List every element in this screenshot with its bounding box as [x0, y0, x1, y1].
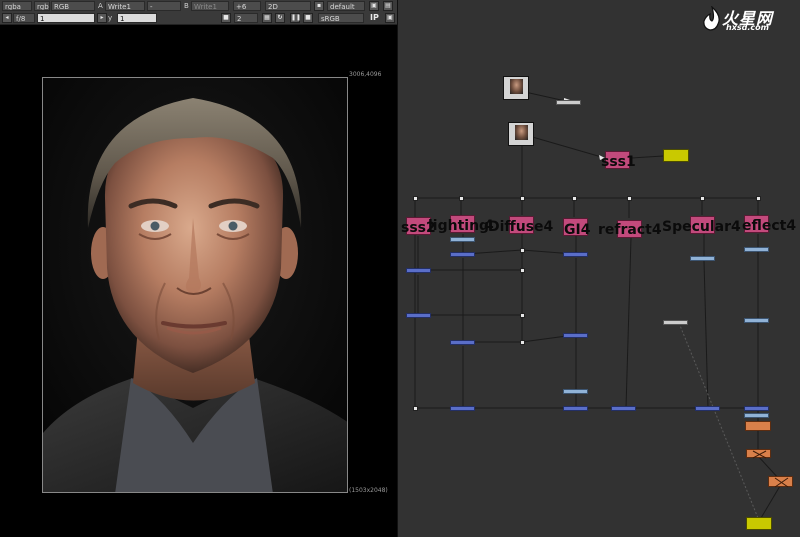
wipe-op-dropdown[interactable]: -	[147, 1, 181, 11]
diffuse-label: Diffuse4	[488, 219, 554, 235]
dot-node[interactable]	[520, 313, 525, 318]
input-process-button[interactable]: IP	[370, 13, 379, 23]
lut-dropdown[interactable]: default	[327, 1, 365, 11]
proxy-dropdown[interactable]: 2	[234, 13, 258, 23]
reformat-icon	[774, 477, 789, 488]
camera-icon[interactable]: ■	[221, 13, 231, 23]
zoom-dropdown[interactable]: +6	[233, 1, 261, 11]
expand-icon[interactable]: ▤	[383, 1, 393, 11]
grade-node[interactable]	[744, 413, 769, 418]
grey-node[interactable]	[663, 320, 688, 325]
sss1-label: sss1	[601, 154, 636, 170]
transform-node[interactable]	[745, 421, 771, 431]
fstop-dropdown[interactable]: f/8	[13, 13, 35, 23]
stop-icon[interactable]: ■	[303, 13, 313, 23]
merge-node[interactable]	[744, 406, 769, 411]
write-node-final[interactable]	[746, 517, 772, 530]
refresh-icon[interactable]: ↻	[275, 13, 285, 23]
read-thumbnail	[515, 125, 528, 140]
y-field[interactable]: 1	[117, 13, 157, 23]
channel-select-dropdown[interactable]: RGB	[51, 1, 95, 11]
dot-node[interactable]	[756, 196, 761, 201]
specular-label: Specular4	[662, 219, 741, 235]
read-thumbnail	[510, 79, 523, 94]
write-node-sss1[interactable]	[663, 149, 689, 162]
layer-dropdown[interactable]: rgba	[34, 1, 50, 11]
dot-node[interactable]	[700, 196, 705, 201]
dot-node[interactable]	[627, 196, 632, 201]
gi-label: GI4	[564, 222, 591, 238]
read-node-2[interactable]	[508, 122, 534, 146]
roi-icon[interactable]: ▣	[369, 1, 379, 11]
merge-node[interactable]	[695, 406, 720, 411]
dot-node[interactable]	[520, 268, 525, 273]
merge-node[interactable]	[406, 313, 431, 318]
grade-node[interactable]	[450, 237, 475, 242]
watermark-logo: 火星网 hxsd.com	[700, 4, 796, 34]
refract-label: refract4	[598, 222, 662, 238]
merge-node[interactable]	[450, 406, 475, 411]
dot-node[interactable]	[459, 196, 464, 201]
viewer-panel: rgba rgba RGB A Write1 - B Write1 +6 2D …	[0, 0, 397, 537]
grade-node[interactable]	[563, 389, 588, 394]
merge-node[interactable]	[406, 268, 431, 273]
flame-icon	[703, 6, 720, 31]
input-b-dropdown[interactable]: Write1	[191, 1, 229, 11]
input-a-label: A	[98, 2, 103, 10]
read-node-1[interactable]	[503, 76, 529, 100]
crop-icon	[752, 450, 767, 459]
input-a-dropdown[interactable]: Write1	[105, 1, 145, 11]
dot-node[interactable]	[413, 406, 418, 411]
lock-icon[interactable]: ▪	[314, 1, 324, 11]
rendered-portrait-image	[42, 77, 348, 493]
frame-field[interactable]: 1	[37, 13, 95, 23]
reformat-node[interactable]	[768, 476, 793, 488]
node-graph-panel[interactable]: sss1 sss2 lighting 4 Diffuse4 GI4 refrac…	[397, 0, 800, 537]
node-connections	[414, 89, 781, 519]
channels-dropdown[interactable]: rgba	[2, 1, 32, 11]
overlay-icon[interactable]: ▣	[385, 13, 395, 23]
merge-node[interactable]	[611, 406, 636, 411]
y-label: y	[108, 14, 113, 22]
prev-icon[interactable]: ◂	[2, 13, 12, 23]
view-mode-dropdown[interactable]: 2D	[265, 1, 311, 11]
grade-node[interactable]	[744, 318, 769, 323]
merge-node[interactable]	[450, 252, 475, 257]
grade-node[interactable]	[690, 256, 715, 261]
crop-node[interactable]	[746, 449, 771, 459]
reflect-label: eflect4	[742, 218, 797, 234]
dot-node[interactable]	[520, 340, 525, 345]
grade-node[interactable]	[744, 247, 769, 252]
format-label-bottom: (1503x2048)	[349, 487, 388, 494]
next-icon[interactable]: ▸	[97, 13, 107, 23]
dot-node[interactable]	[520, 248, 525, 253]
colorspace-dropdown[interactable]: sRGB	[318, 13, 364, 23]
input-b-label: B	[184, 2, 189, 10]
pause-icon[interactable]: ❚❚	[290, 13, 301, 23]
merge-node[interactable]	[563, 252, 588, 257]
dot-node[interactable]	[413, 196, 418, 201]
dot-node[interactable]	[520, 196, 525, 201]
checker-icon[interactable]: ▦	[262, 13, 272, 23]
viewer-toolbar-bottom: ◂ f/8 1 ▸ y 1 ■ 2 ▦ ↻ ❚❚ ■ sRGB IP ▣	[0, 12, 397, 25]
lighting-label: lighting	[428, 218, 490, 234]
merge-node[interactable]	[450, 340, 475, 345]
format-label-top: 3006,4096	[349, 71, 382, 78]
merge-node[interactable]	[563, 406, 588, 411]
merge-node[interactable]	[563, 333, 588, 338]
grey-node[interactable]	[556, 100, 581, 105]
dot-node[interactable]	[572, 196, 577, 201]
watermark-url: hxsd.com	[726, 23, 769, 32]
